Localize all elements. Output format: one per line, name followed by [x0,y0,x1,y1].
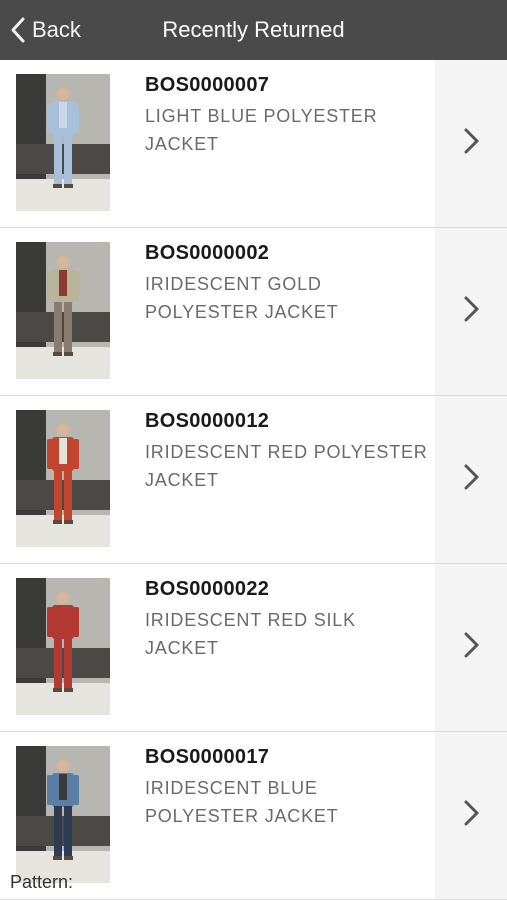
item-sku: BOS0000012 [145,410,270,432]
item-description: IRIDESCENT BLUE POLYESTER JACKET [145,778,339,826]
item-sku: BOS0000022 [145,578,270,600]
product-photo [16,242,110,379]
item-description: IRIDESCENT RED POLYESTER JACKET [145,442,428,490]
page-title: Recently Returned [162,17,345,42]
item-sku: BOS0000017 [145,746,270,768]
product-photo [16,410,110,547]
product-photo [16,74,110,211]
list-item[interactable]: BOS0000007 LIGHT BLUE POLYESTER JACKET [0,60,507,228]
product-photo [16,578,110,715]
chevron-right-icon [462,294,480,329]
disclosure-area[interactable] [435,732,507,899]
disclosure-area[interactable] [435,228,507,395]
item-sku: BOS0000007 [145,74,270,96]
partial-text: Pattern: [10,872,74,892]
chevron-right-icon [462,630,480,665]
navigation-bar: Back Recently Returned [0,0,507,60]
chevron-right-icon [462,462,480,497]
returned-items-list: BOS0000007 LIGHT BLUE POLYESTER JACKET B… [0,60,507,900]
disclosure-area[interactable] [435,564,507,731]
item-description: IRIDESCENT GOLD POLYESTER JACKET [145,274,339,322]
list-item[interactable]: BOS0000022 IRIDESCENT RED SILK JACKET [0,564,507,732]
disclosure-area[interactable] [435,396,507,563]
chevron-right-icon [462,126,480,161]
chevron-right-icon [462,798,480,833]
list-item[interactable]: BOS0000012 IRIDESCENT RED POLYESTER JACK… [0,396,507,564]
item-description: LIGHT BLUE POLYESTER JACKET [145,106,378,154]
disclosure-area[interactable] [435,60,507,227]
list-item[interactable]: BOS0000002 IRIDESCENT GOLD POLYESTER JAC… [0,228,507,396]
item-sku: BOS0000002 [145,242,270,264]
item-description: IRIDESCENT RED SILK JACKET [145,610,356,658]
list-item[interactable]: BOS0000017 IRIDESCENT BLUE POLYESTER JAC… [0,732,507,900]
product-photo [16,746,110,883]
